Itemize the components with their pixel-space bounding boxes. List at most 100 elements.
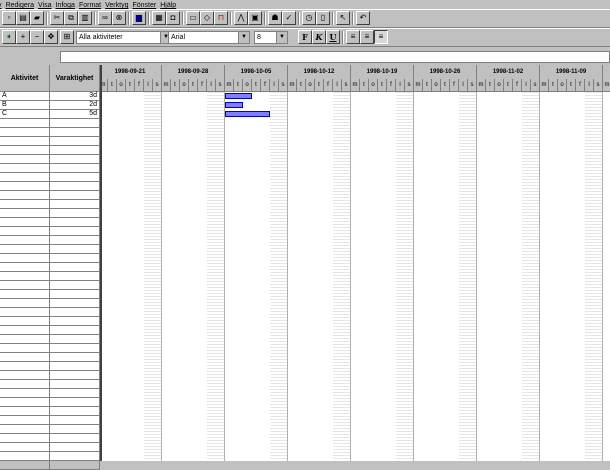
insert-task-icon[interactable]: ▭	[186, 11, 200, 25]
table-row[interactable]	[0, 362, 100, 371]
undo-icon[interactable]: ↶	[356, 11, 370, 25]
table-row[interactable]	[0, 254, 100, 263]
table-row[interactable]	[0, 119, 100, 128]
table-row[interactable]	[0, 290, 100, 299]
activity-cell[interactable]: A	[0, 92, 50, 101]
table-row[interactable]	[0, 398, 100, 407]
table-row[interactable]	[0, 407, 100, 416]
table-row[interactable]	[0, 263, 100, 272]
activity-cell[interactable]	[0, 272, 50, 281]
table-row[interactable]	[0, 164, 100, 173]
table-row[interactable]	[0, 416, 100, 425]
milestone-icon[interactable]: ◇	[200, 11, 214, 25]
duration-cell[interactable]	[50, 416, 100, 425]
activity-cell[interactable]	[0, 254, 50, 263]
table-row[interactable]	[0, 155, 100, 164]
activity-cell[interactable]	[0, 308, 50, 317]
activity-cell[interactable]	[0, 434, 50, 443]
copy-icon[interactable]: ⧉	[64, 11, 78, 25]
duration-cell[interactable]: 5d	[50, 110, 100, 119]
indent-icon[interactable]: ➧	[2, 30, 16, 44]
duration-cell[interactable]	[50, 443, 100, 452]
duration-cell[interactable]	[50, 461, 100, 470]
duration-cell[interactable]	[50, 155, 100, 164]
italic-button[interactable]: K	[312, 30, 326, 44]
activity-cell[interactable]	[0, 209, 50, 218]
menu-item[interactable]: Fönster	[132, 1, 156, 9]
duration-cell[interactable]	[50, 407, 100, 416]
menu-item[interactable]: Infoga	[55, 1, 74, 9]
font-select[interactable]: Arial ▼	[168, 31, 250, 44]
activity-cell[interactable]	[0, 299, 50, 308]
remove-icon[interactable]: −	[30, 30, 44, 44]
table-row[interactable]	[0, 299, 100, 308]
activity-cell[interactable]	[0, 128, 50, 137]
duration-cell[interactable]	[50, 281, 100, 290]
table-row[interactable]	[0, 128, 100, 137]
font-size-select[interactable]: 8 ▼	[254, 31, 288, 44]
table-row[interactable]	[0, 245, 100, 254]
table-row[interactable]: B 2d	[0, 101, 100, 110]
align-left-icon[interactable]: ≡	[346, 30, 360, 44]
duration-cell[interactable]	[50, 317, 100, 326]
activity-cell[interactable]	[0, 362, 50, 371]
duration-cell[interactable]	[50, 425, 100, 434]
menu-item[interactable]: Redigera	[6, 1, 34, 9]
activity-cell[interactable]: C	[0, 110, 50, 119]
underline-button[interactable]: U	[326, 30, 340, 44]
table-row[interactable]	[0, 200, 100, 209]
duration-cell[interactable]	[50, 218, 100, 227]
menu-item[interactable]: Arkiv	[0, 1, 2, 9]
activity-cell[interactable]	[0, 173, 50, 182]
duration-cell[interactable]	[50, 119, 100, 128]
chevron-down-icon[interactable]: ▼	[238, 32, 249, 43]
cell-edit-field[interactable]	[60, 51, 610, 63]
resources-icon[interactable]: ☗	[268, 11, 282, 25]
table-row[interactable]	[0, 389, 100, 398]
table-view-icon[interactable]: ▦	[152, 11, 166, 25]
activity-cell[interactable]	[0, 227, 50, 236]
unlink-icon[interactable]: ⊗	[112, 11, 126, 25]
table-row[interactable]	[0, 173, 100, 182]
duration-cell[interactable]	[50, 362, 100, 371]
task-bar[interactable]	[225, 93, 252, 99]
summary-icon[interactable]: ⊓	[214, 11, 228, 25]
activity-cell[interactable]	[0, 407, 50, 416]
table-row[interactable]	[0, 326, 100, 335]
table-row[interactable]	[0, 443, 100, 452]
activity-cell[interactable]	[0, 146, 50, 155]
table-row[interactable]	[0, 272, 100, 281]
activity-cell[interactable]	[0, 443, 50, 452]
clock-icon[interactable]: ◷	[302, 11, 316, 25]
table-row[interactable]	[0, 218, 100, 227]
pointer-icon[interactable]: ↖	[336, 11, 350, 25]
cut-icon[interactable]: ✂	[50, 11, 64, 25]
duration-cell[interactable]	[50, 335, 100, 344]
activity-cell[interactable]	[0, 425, 50, 434]
duration-cell[interactable]	[50, 236, 100, 245]
filter-select[interactable]: Alla aktiviteter ▼	[76, 31, 172, 44]
activity-cell[interactable]	[0, 137, 50, 146]
column-header-duration[interactable]: Varaktighet	[50, 65, 100, 92]
duration-cell[interactable]	[50, 308, 100, 317]
paste-icon[interactable]: ▥	[78, 11, 92, 25]
table-row[interactable]	[0, 344, 100, 353]
link-icon[interactable]: ∞	[98, 11, 112, 25]
activity-cell[interactable]	[0, 245, 50, 254]
activity-cell[interactable]	[0, 452, 50, 461]
activity-cell[interactable]	[0, 281, 50, 290]
gantt-chart-icon[interactable]: ▆	[132, 11, 146, 25]
activity-cell[interactable]	[0, 353, 50, 362]
activity-cell[interactable]	[0, 119, 50, 128]
table-row[interactable]	[0, 236, 100, 245]
duration-cell[interactable]	[50, 452, 100, 461]
duration-cell[interactable]	[50, 128, 100, 137]
activity-cell[interactable]	[0, 290, 50, 299]
activity-cell[interactable]	[0, 380, 50, 389]
calendar-icon[interactable]: ▣	[248, 11, 262, 25]
table-row[interactable]	[0, 209, 100, 218]
table-row[interactable]	[0, 461, 100, 470]
activity-cell[interactable]	[0, 335, 50, 344]
activity-cell[interactable]	[0, 461, 50, 470]
duration-cell[interactable]	[50, 164, 100, 173]
